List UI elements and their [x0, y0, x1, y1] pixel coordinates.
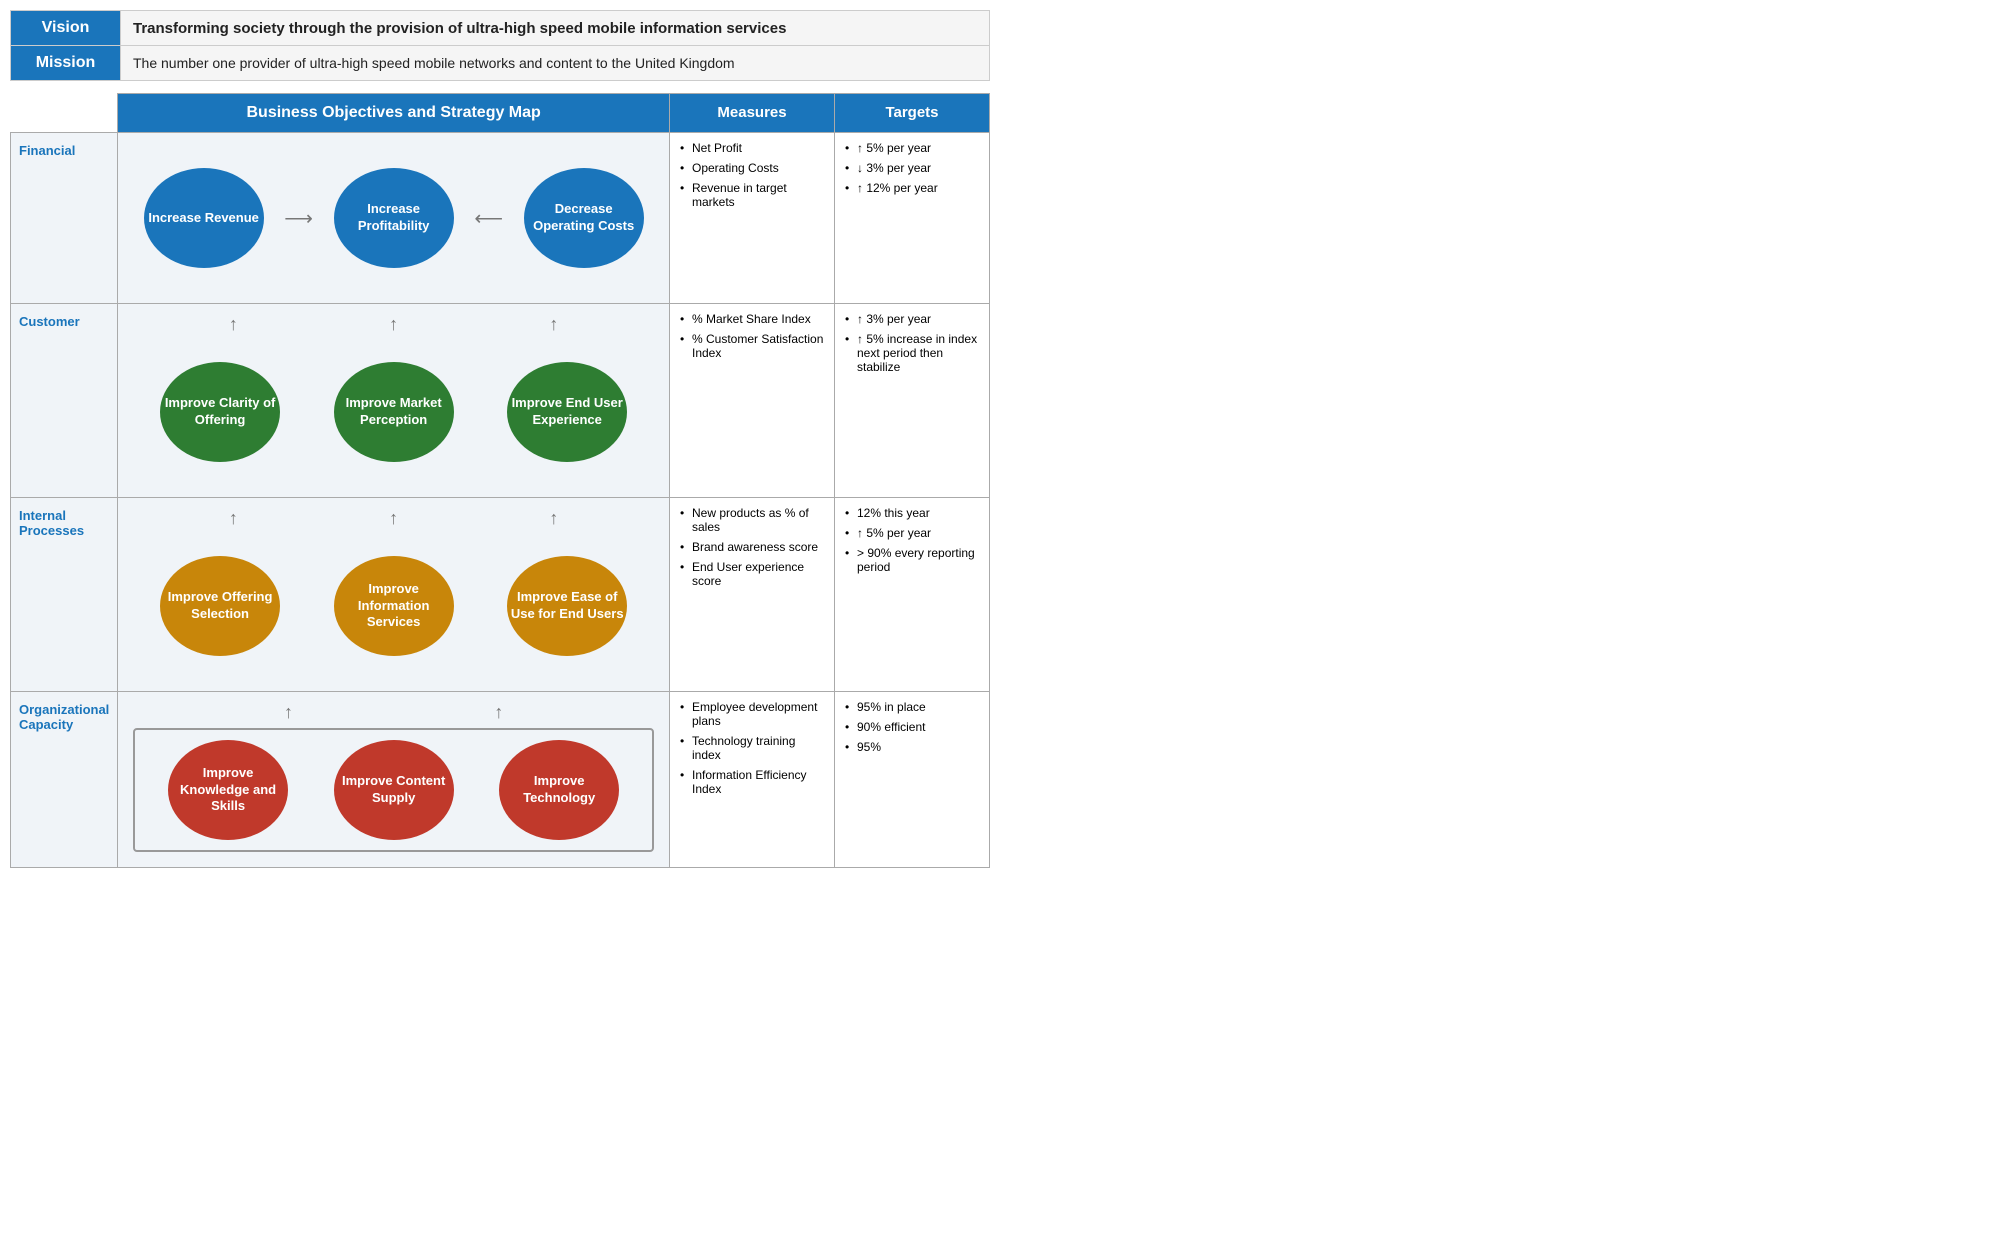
improve-market-perception-node: Improve Market Perception [334, 362, 454, 462]
internal-measure-1: New products as % of sales [680, 506, 824, 534]
financial-targets-list: ↑ 5% per year ↓ 3% per year ↑ 12% per ye… [845, 141, 979, 195]
org-measure-2: Technology training index [680, 734, 824, 762]
internal-ellipses: Improve Offering Selection Improve Infor… [123, 531, 664, 681]
financial-row: Financial Increase Revenue ⟶ Increase Pr… [11, 133, 990, 304]
arrow-up-org-2: ↑ [494, 702, 503, 723]
improve-technology-node: Improve Technology [499, 740, 619, 840]
financial-targets: ↑ 5% per year ↓ 3% per year ↑ 12% per ye… [835, 133, 990, 304]
customer-target-2: ↑ 5% increase in index next period then … [845, 332, 979, 374]
org-capacity-label: Organizational Capacity [11, 692, 118, 868]
mission-label: Mission [11, 46, 121, 81]
financial-measure-3: Revenue in target markets [680, 181, 824, 209]
internal-measure-2: Brand awareness score [680, 540, 824, 554]
arrow-up-1: ↑ [229, 314, 238, 335]
org-measure-1: Employee development plans [680, 700, 824, 728]
financial-target-3: ↑ 12% per year [845, 181, 979, 195]
financial-measure-1: Net Profit [680, 141, 824, 155]
financial-measure-2: Operating Costs [680, 161, 824, 175]
internal-targets-list: 12% this year ↑ 5% per year > 90% every … [845, 506, 979, 574]
org-box: Improve Knowledge and Skills Improve Con… [133, 728, 654, 852]
org-targets-list: 95% in place 90% efficient 95% [845, 700, 979, 754]
financial-map: Increase Revenue ⟶ Increase Profitabilit… [118, 133, 670, 304]
mission-text: The number one provider of ultra-high sp… [121, 46, 990, 81]
internal-processes-row: Internal Processes ↑ ↑ ↑ Improve Offerin… [11, 498, 990, 692]
org-up-arrows: ↑ ↑ [123, 702, 664, 723]
col-header-measures: Measures [670, 94, 835, 133]
internal-target-1: 12% this year [845, 506, 979, 520]
increase-revenue-node: Increase Revenue [144, 168, 264, 268]
increase-profitability-node: Increase Profitability [334, 168, 454, 268]
internal-map: ↑ ↑ ↑ Improve Offering Selection Improve… [118, 498, 670, 692]
arrow-up-int-3: ↑ [549, 508, 558, 529]
org-target-3: 95% [845, 740, 979, 754]
org-map: ↑ ↑ Improve Knowledge and Skills Improve… [118, 692, 670, 868]
customer-row: Customer ↑ ↑ ↑ Improve Clarity of Offeri… [11, 304, 990, 498]
col-header-strategy: Business Objectives and Strategy Map [118, 94, 670, 133]
customer-targets: ↑ 3% per year ↑ 5% increase in index nex… [835, 304, 990, 498]
internal-measures-list: New products as % of sales Brand awarene… [680, 506, 824, 588]
arrow-up-3: ↑ [549, 314, 558, 335]
improve-content-supply-node: Improve Content Supply [334, 740, 454, 840]
strategy-map-table: Business Objectives and Strategy Map Mea… [10, 93, 990, 868]
improve-ease-of-use-node: Improve Ease of Use for End Users [507, 556, 627, 656]
org-target-1: 95% in place [845, 700, 979, 714]
internal-target-3: > 90% every reporting period [845, 546, 979, 574]
customer-measure-1: % Market Share Index [680, 312, 824, 326]
customer-map: ↑ ↑ ↑ Improve Clarity of Offering Improv… [118, 304, 670, 498]
org-capacity-row: Organizational Capacity ↑ ↑ Improve Know… [11, 692, 990, 868]
org-measure-3: Information Efficiency Index [680, 768, 824, 796]
financial-ellipses: Increase Revenue ⟶ Increase Profitabilit… [123, 143, 664, 293]
customer-label: Customer [11, 304, 118, 498]
col-header-targets: Targets [835, 94, 990, 133]
customer-ellipses: Improve Clarity of Offering Improve Mark… [123, 337, 664, 487]
customer-targets-list: ↑ 3% per year ↑ 5% increase in index nex… [845, 312, 979, 374]
improve-clarity-node: Improve Clarity of Offering [160, 362, 280, 462]
arrow-up-2: ↑ [389, 314, 398, 335]
financial-measures-list: Net Profit Operating Costs Revenue in ta… [680, 141, 824, 209]
improve-end-user-exp-node: Improve End User Experience [507, 362, 627, 462]
customer-target-1: ↑ 3% per year [845, 312, 979, 326]
vision-label: Vision [11, 11, 121, 46]
financial-target-2: ↓ 3% per year [845, 161, 979, 175]
customer-up-arrows: ↑ ↑ ↑ [123, 314, 664, 335]
improve-information-services-node: Improve Information Services [334, 556, 454, 656]
financial-measures: Net Profit Operating Costs Revenue in ta… [670, 133, 835, 304]
org-measures-list: Employee development plans Technology tr… [680, 700, 824, 796]
financial-label: Financial [11, 133, 118, 304]
customer-measure-2: % Customer Satisfaction Index [680, 332, 824, 360]
customer-measures-list: % Market Share Index % Customer Satisfac… [680, 312, 824, 360]
internal-measure-3: End User experience score [680, 560, 824, 588]
org-targets: 95% in place 90% efficient 95% [835, 692, 990, 868]
improve-offering-selection-node: Improve Offering Selection [160, 556, 280, 656]
org-target-2: 90% efficient [845, 720, 979, 734]
arrow-rev-profit: ⟶ [284, 206, 313, 231]
arrow-up-int-2: ↑ [389, 508, 398, 529]
arrow-profit-cost: ⟵ [474, 206, 503, 231]
internal-up-arrows: ↑ ↑ ↑ [123, 508, 664, 529]
financial-target-1: ↑ 5% per year [845, 141, 979, 155]
customer-measures: % Market Share Index % Customer Satisfac… [670, 304, 835, 498]
decrease-operating-costs-node: Decrease Operating Costs [524, 168, 644, 268]
internal-targets: 12% this year ↑ 5% per year > 90% every … [835, 498, 990, 692]
header-table: Vision Transforming society through the … [10, 10, 990, 81]
vision-text: Transforming society through the provisi… [121, 11, 990, 46]
internal-processes-label: Internal Processes [11, 498, 118, 692]
internal-target-2: ↑ 5% per year [845, 526, 979, 540]
arrow-up-org-1: ↑ [284, 702, 293, 723]
internal-measures: New products as % of sales Brand awarene… [670, 498, 835, 692]
org-ellipses: Improve Knowledge and Skills Improve Con… [145, 740, 642, 840]
improve-knowledge-skills-node: Improve Knowledge and Skills [168, 740, 288, 840]
org-measures: Employee development plans Technology tr… [670, 692, 835, 868]
arrow-up-int-1: ↑ [229, 508, 238, 529]
